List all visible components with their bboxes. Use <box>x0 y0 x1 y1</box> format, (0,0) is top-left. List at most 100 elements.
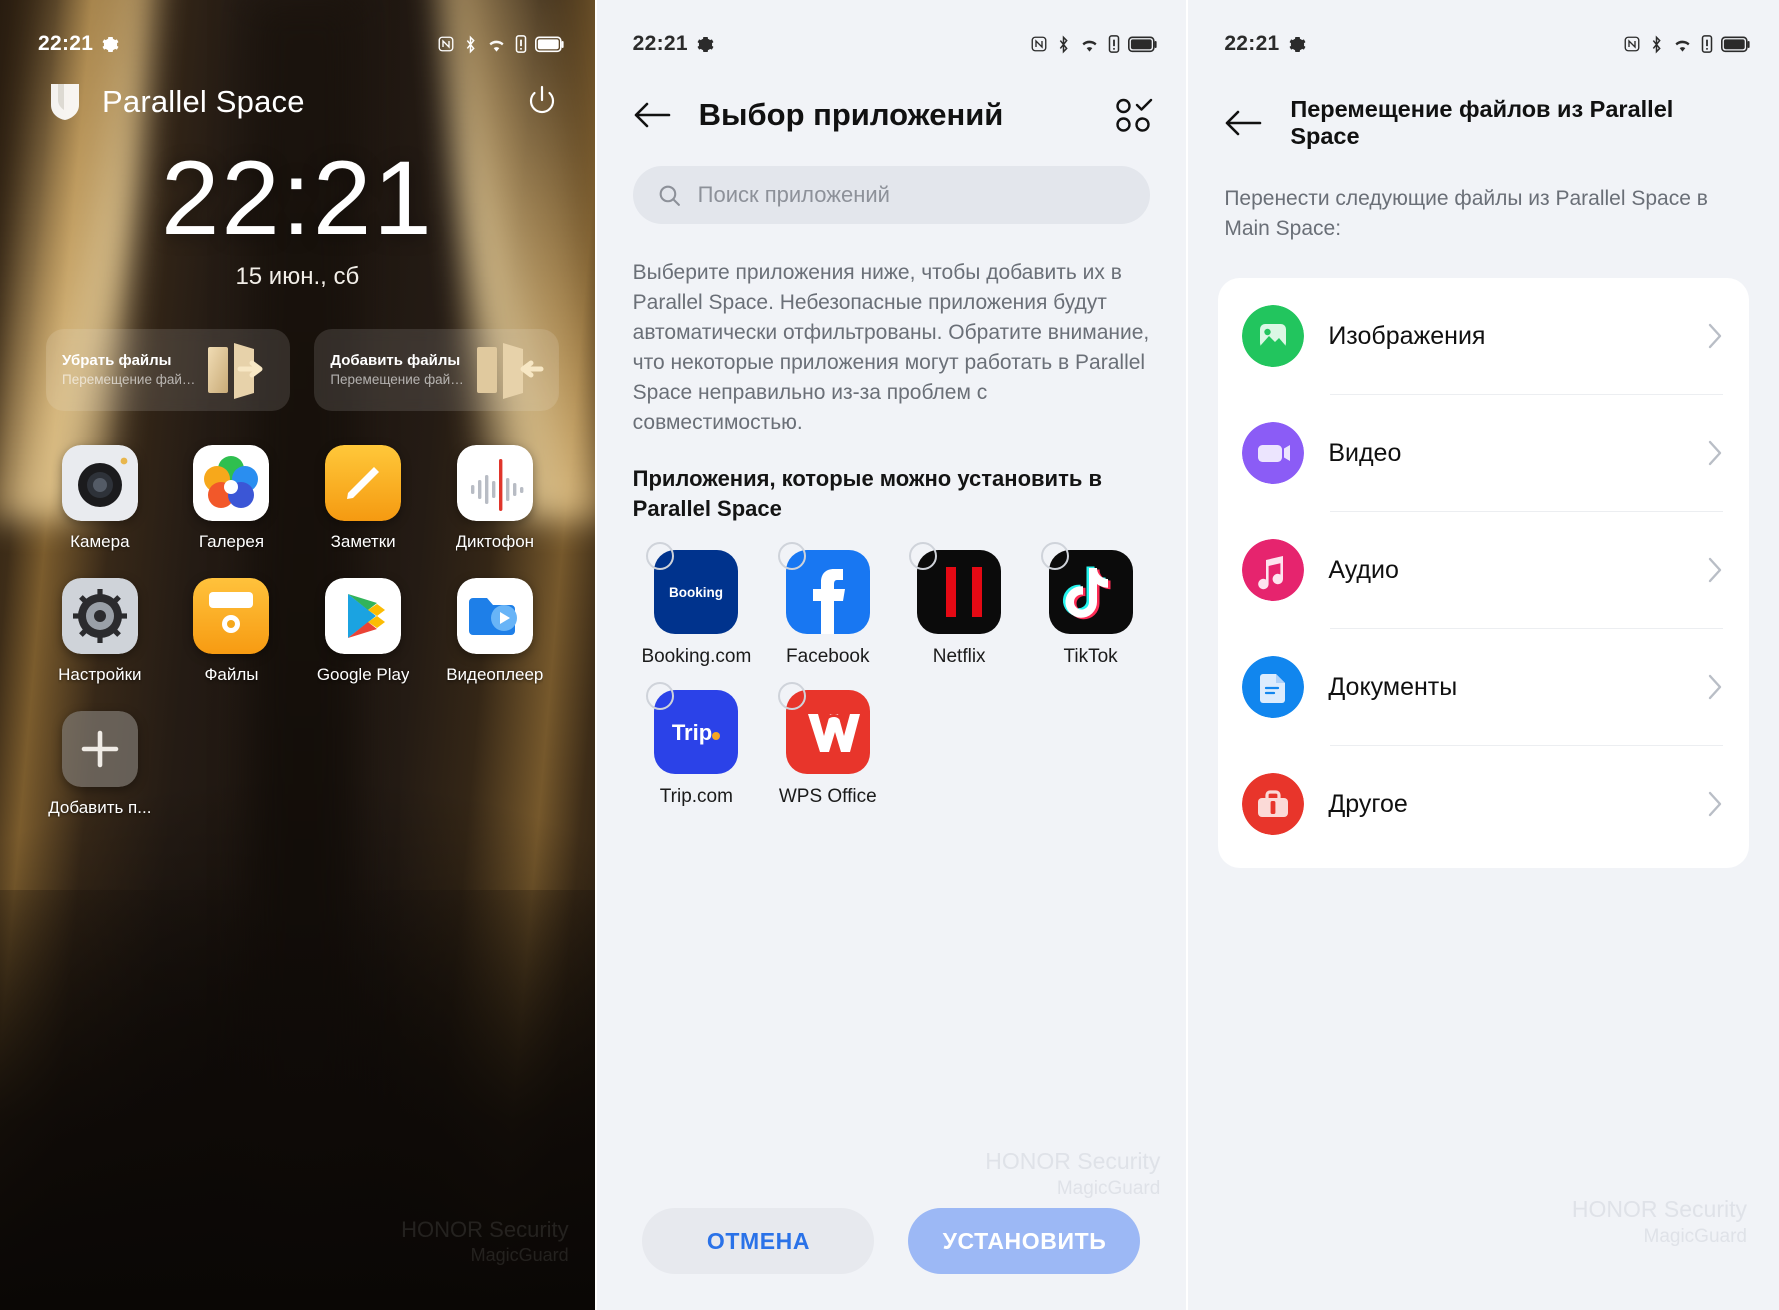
bluetooth-icon <box>1056 35 1071 54</box>
app-item-booking[interactable]: Booking Booking.com <box>631 541 762 668</box>
app-checkbox[interactable] <box>909 541 938 570</box>
widget-title: Добавить файлы <box>330 352 461 370</box>
booking-icon: Booking <box>654 549 739 638</box>
list-item-label: Видео <box>1328 438 1402 467</box>
app-item-tripcom[interactable]: Trip Trip.com <box>631 681 762 808</box>
app-item-facebook[interactable]: Facebook <box>762 541 893 668</box>
app-checkbox[interactable] <box>777 681 806 710</box>
files-icon <box>193 578 270 654</box>
app-icon-wrap <box>909 541 1002 634</box>
watermark: HONOR Security MagicGuard <box>985 1147 1160 1202</box>
status-bar-right <box>1623 35 1751 54</box>
app-icon-wrap: Trip <box>646 681 739 774</box>
list-item-audio[interactable]: Аудио <box>1218 512 1749 628</box>
widget-subtitle: Перемещение файлов из M... <box>330 371 464 387</box>
app-recorder[interactable]: Диктофон <box>429 445 561 552</box>
status-bar: 22:21 <box>1188 0 1779 56</box>
wps-office-icon <box>785 689 870 778</box>
search-placeholder: Поиск приложений <box>697 182 890 207</box>
app-google-play[interactable]: Google Play <box>297 578 429 685</box>
app-camera[interactable]: Камера <box>34 445 166 552</box>
app-label: Камера <box>70 532 130 551</box>
status-bar-left: 22:21 <box>38 32 119 56</box>
nfc-icon <box>1623 35 1641 53</box>
app-item-tiktok[interactable]: TikTok <box>1025 541 1156 668</box>
list-item-label: Другое <box>1328 789 1408 818</box>
cancel-button[interactable]: ОТМЕНА <box>642 1208 875 1274</box>
app-empty-slot <box>166 711 298 818</box>
panel-app-selection: 22:21 Выбор приложений Поиск приложений … <box>596 0 1187 1310</box>
install-button[interactable]: УСТАНОВИТЬ <box>908 1208 1141 1274</box>
video-player-icon <box>456 578 533 654</box>
app-files[interactable]: Файлы <box>166 578 298 685</box>
app-row: Добавить п... <box>34 711 561 818</box>
app-label: Настройки <box>58 665 142 684</box>
notes-icon <box>325 445 402 521</box>
widget-subtitle: Перемещение файлов из Pa... <box>62 371 196 387</box>
list-item-images[interactable]: Изображения <box>1218 278 1749 394</box>
wifi-icon <box>1672 36 1693 53</box>
status-bar-right <box>1030 35 1158 54</box>
widget-add-files[interactable]: Добавить файлы Перемещение файлов из M..… <box>314 329 559 411</box>
google-play-icon <box>325 578 402 654</box>
app-settings[interactable]: Настройки <box>34 578 166 685</box>
app-checkbox[interactable] <box>777 541 806 570</box>
gear-icon <box>697 36 714 53</box>
widget-remove-files[interactable]: Убрать файлы Перемещение файлов из Pa... <box>46 329 291 411</box>
gallery-icon <box>193 445 270 521</box>
back-arrow-icon[interactable] <box>1224 108 1262 138</box>
parallel-space-header: Parallel Space <box>0 56 595 122</box>
camera-icon <box>61 445 138 521</box>
status-bar: 22:21 <box>597 0 1187 56</box>
tripcom-icon: Trip <box>654 689 739 778</box>
power-icon[interactable] <box>523 83 561 121</box>
nav-bar: Выбор приложений <box>597 56 1187 134</box>
move-out-icon <box>202 339 276 401</box>
app-item-wps-office[interactable]: WPS Office <box>762 681 893 808</box>
page-title: Parallel Space <box>102 84 305 119</box>
app-label: TikTok <box>1063 645 1118 667</box>
search-input[interactable]: Поиск приложений <box>632 166 1151 224</box>
list-item-other[interactable]: Другое <box>1218 746 1749 862</box>
move-in-icon <box>471 339 545 401</box>
lockscreen-clock: 22:21 15 июн., сб <box>0 146 595 291</box>
wallpaper-floor <box>0 890 595 1310</box>
chevron-right-icon <box>1707 790 1723 818</box>
app-label: Добавить п... <box>48 798 152 817</box>
page-title: Выбор приложений <box>698 97 1004 132</box>
watermark-line2: MagicGuard <box>1643 1226 1748 1248</box>
alert-icon <box>1701 35 1713 53</box>
action-button-row: ОТМЕНА УСТАНОВИТЬ <box>597 1208 1187 1274</box>
app-icon-wrap <box>777 541 870 634</box>
video-icon <box>1242 422 1305 485</box>
status-bar-right <box>437 35 565 54</box>
status-time: 22:21 <box>632 32 688 55</box>
status-time: 22:21 <box>38 32 94 55</box>
app-add-app[interactable]: Добавить п... <box>34 711 166 818</box>
app-label: Видеоплеер <box>446 665 544 684</box>
app-item-netflix[interactable]: Netflix <box>893 541 1024 668</box>
list-item-label: Документы <box>1328 672 1458 701</box>
list-item-documents[interactable]: Документы <box>1218 629 1749 745</box>
app-label: Facebook <box>786 645 870 667</box>
app-label: Trip.com <box>659 785 733 807</box>
multi-select-icon[interactable] <box>1114 96 1156 134</box>
battery-icon <box>1128 35 1158 53</box>
app-label: Google Play <box>316 665 410 684</box>
battery-icon <box>534 35 565 53</box>
settings-icon <box>61 578 138 654</box>
list-item-video[interactable]: Видео <box>1218 395 1749 511</box>
widget-title: Убрать файлы <box>62 352 172 370</box>
audio-icon <box>1242 539 1305 602</box>
app-icon-wrap: Booking <box>646 541 739 634</box>
app-video-player[interactable]: Видеоплеер <box>429 578 561 685</box>
alert-icon <box>515 35 527 53</box>
app-gallery[interactable]: Галерея <box>166 445 298 552</box>
gear-icon <box>102 36 119 53</box>
back-arrow-icon[interactable] <box>633 100 671 130</box>
nfc-icon <box>437 35 455 53</box>
chevron-right-icon <box>1707 556 1723 584</box>
app-checkbox[interactable] <box>1040 541 1069 570</box>
app-notes[interactable]: Заметки <box>297 445 429 552</box>
image-icon <box>1242 305 1305 368</box>
